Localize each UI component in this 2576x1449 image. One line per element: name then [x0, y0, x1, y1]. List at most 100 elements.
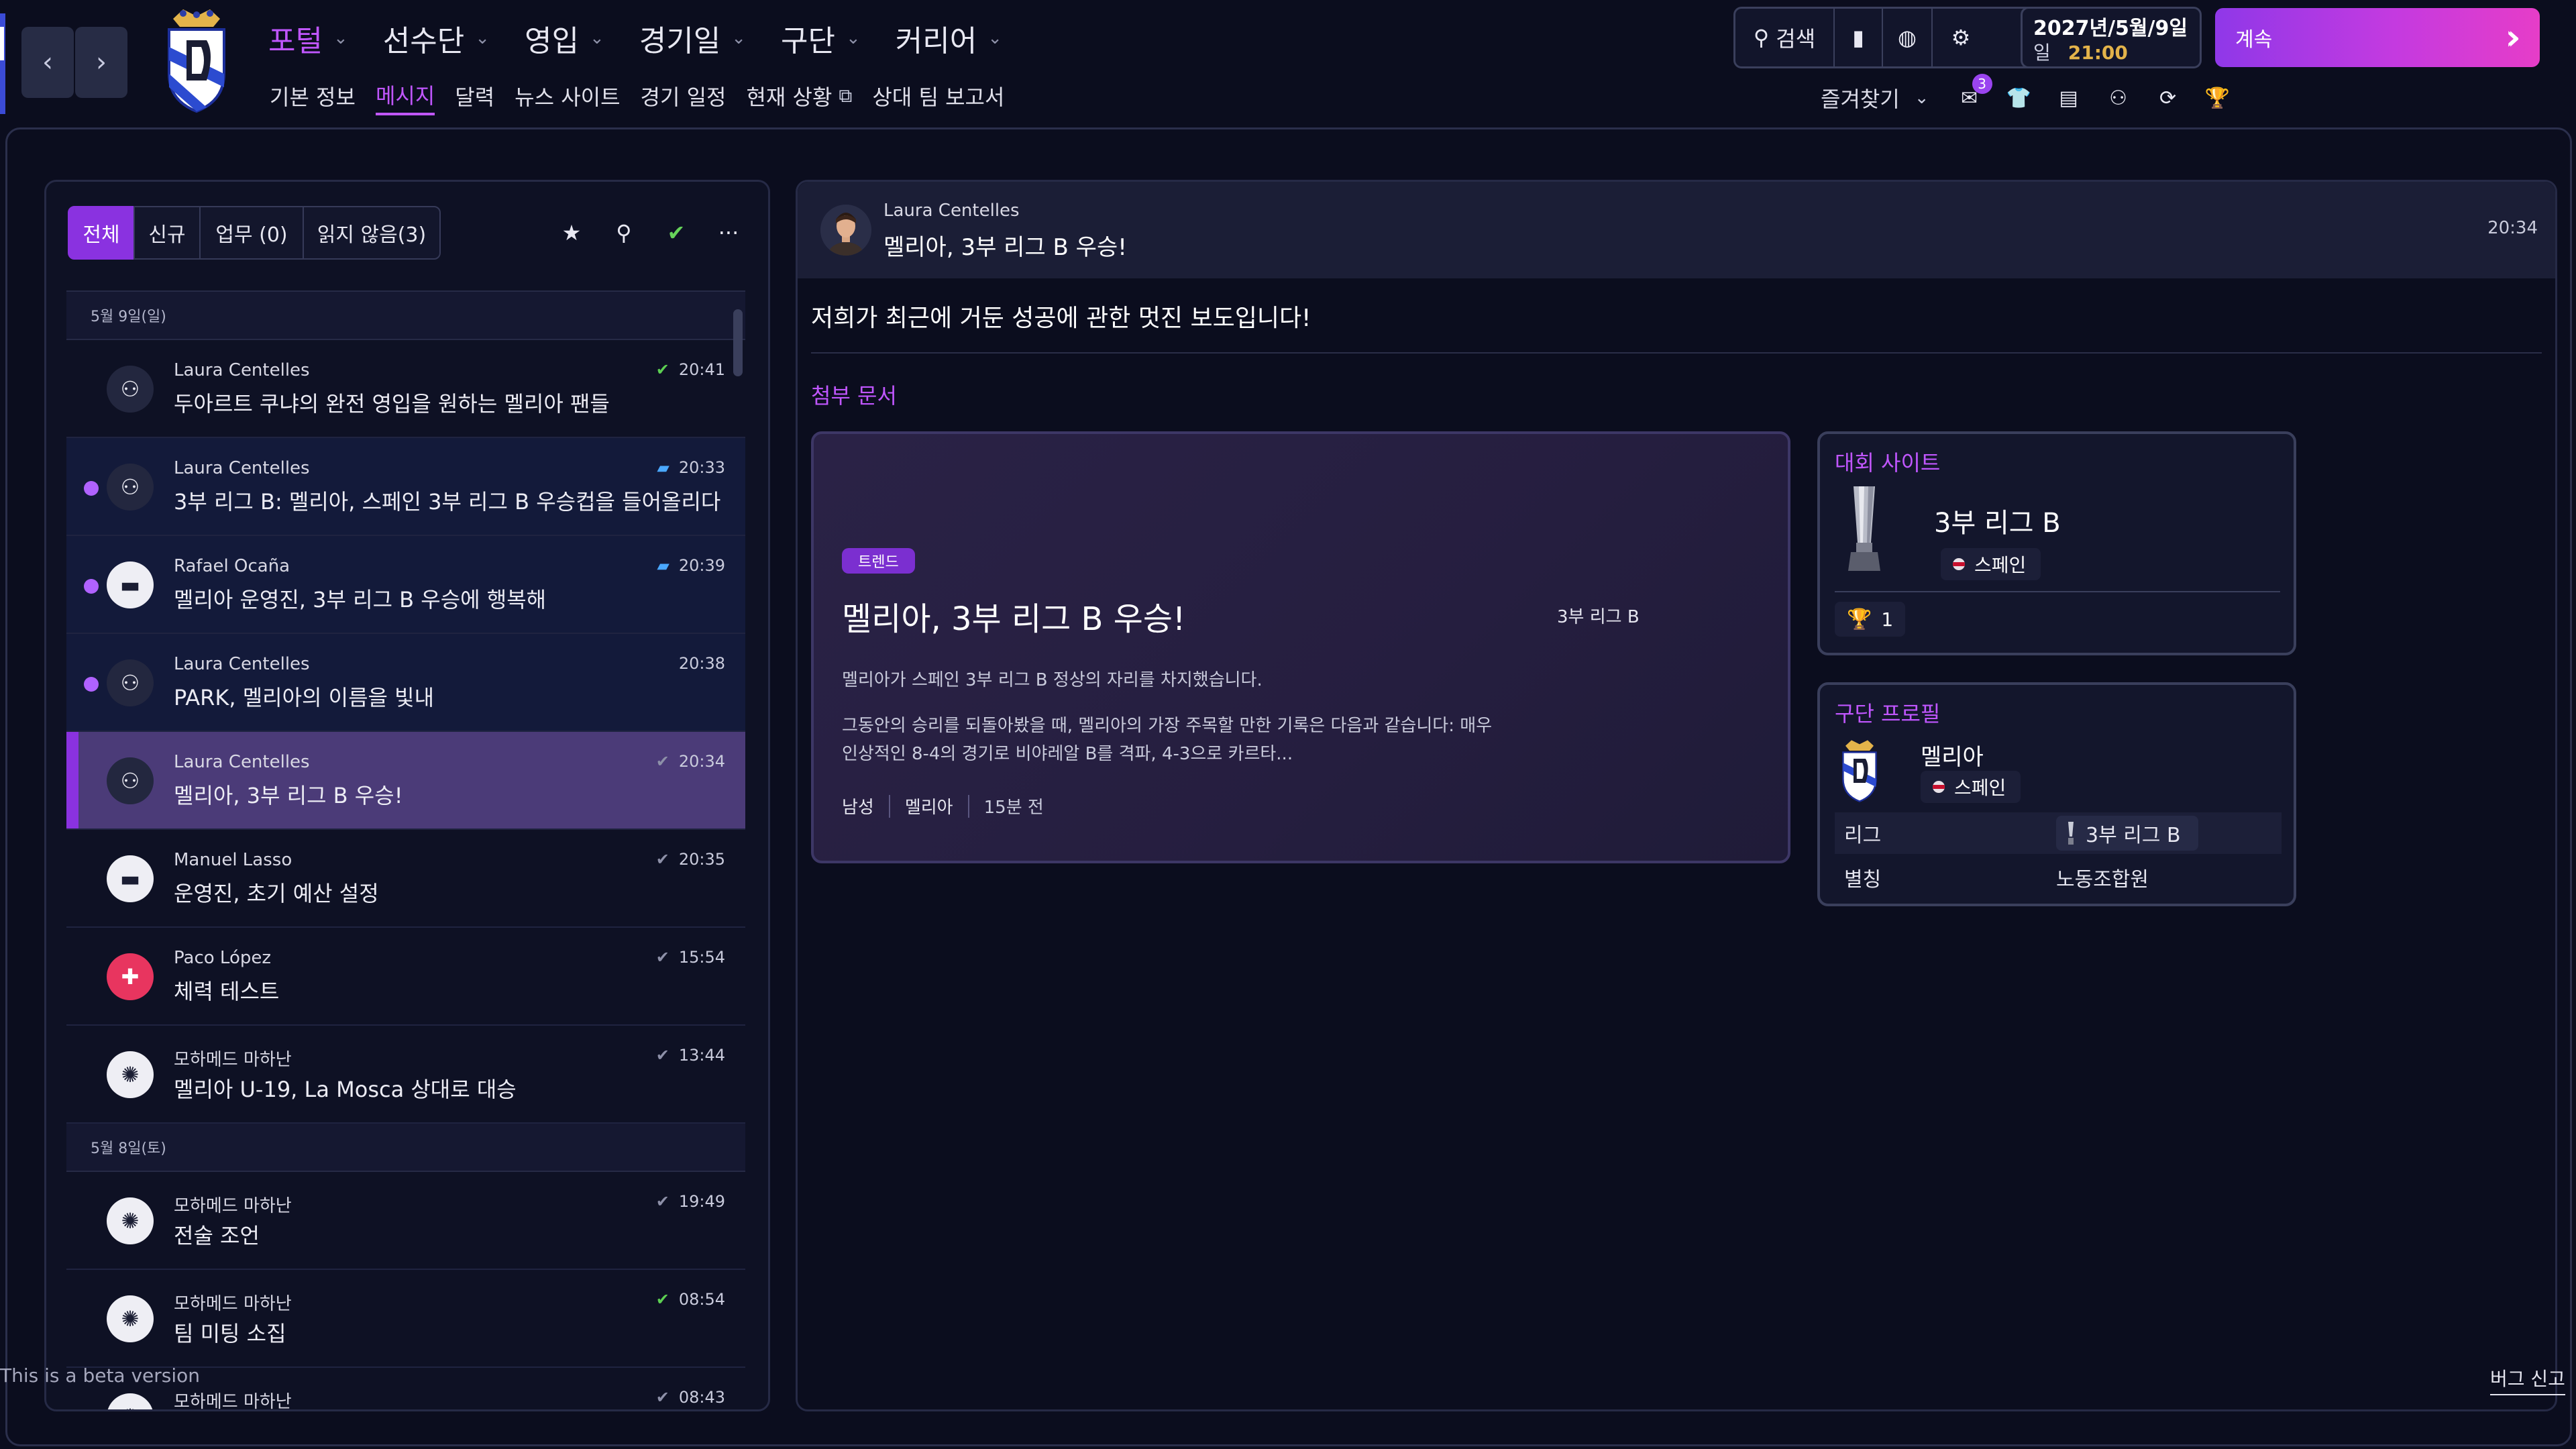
forward-button[interactable]: › [75, 27, 127, 98]
menu-label: 영입 [525, 24, 579, 58]
scrollbar-thumb[interactable] [733, 309, 743, 376]
nickname-row: 별칭 노동조합원 [1835, 857, 2282, 898]
message-row[interactable]: ⚇ Laura Centelles 3부 리그 B: 멜리아, 스페인 3부 리그 … [66, 438, 745, 536]
messages-shortcut[interactable]: ✉ 3 [1956, 74, 1992, 111]
message-time: 20:41 [678, 360, 725, 379]
message-meta: ✔ 08:54 [656, 1290, 725, 1309]
more-options-button[interactable]: ··· [713, 217, 744, 248]
submenu-opposition-report[interactable]: 상대 팀 보고서 [872, 80, 1004, 115]
chevron-down-icon: ⌄ [333, 28, 348, 48]
staff-shortcut[interactable]: ⚇ [2105, 85, 2132, 111]
filter-unread[interactable]: 읽지 않음(3) [303, 206, 441, 260]
menu-label: 경기일 [639, 24, 721, 58]
message-row[interactable]: ⚇ Laura Centelles 멜리아, 3부 리그 B 우승! ✔ 20:34 [66, 732, 745, 830]
double-chevron-right-icon: ›› [2505, 17, 2520, 58]
tactics-shortcut[interactable]: ▤ [2055, 85, 2082, 111]
message-row[interactable]: ✺ 모하메드 마하난 팀 미팅 소집 ✔ 08:54 [66, 1270, 745, 1368]
notification-badge: 3 [1972, 74, 1992, 94]
beta-notice: This is a beta version [0, 1364, 201, 1387]
filter-new[interactable]: 신규 [133, 206, 201, 260]
menu-career[interactable]: 커리어 ⌄ [896, 15, 1002, 62]
quick-access-bar: 즐겨찾기 ⌄ ✉ 3 👕 ▤ ⚇ ⟳ 🏆 [1821, 74, 2254, 117]
submenu-fixtures[interactable]: 경기 일정 [641, 80, 727, 115]
selected-indicator [66, 732, 78, 828]
news-article-card[interactable]: 트렌드 멜리아, 3부 리그 B 우승! 3부 리그 B 멜리아가 스페인 3부… [811, 431, 1790, 863]
search-icon: ⚲ [1753, 25, 1770, 50]
trophy-icon: 🏆 [1847, 607, 1872, 631]
search-messages-button[interactable]: ⚲ [608, 217, 639, 248]
journalist-icon: ⚇ [107, 659, 154, 706]
refresh-shortcut[interactable]: ⟳ [2155, 85, 2182, 111]
search-button[interactable]: ⚲ 검색 [1735, 9, 1835, 66]
date-text: 2027년/5월/9일 [2033, 17, 2188, 40]
submenu-messages[interactable]: 메시지 [375, 80, 435, 115]
nation-chip[interactable]: 스페인 [1941, 548, 2041, 580]
back-button[interactable]: ‹ [21, 27, 74, 98]
read-check-icon: ✔ [655, 360, 669, 379]
message-meta: 20:38 [679, 654, 725, 673]
submenu-news[interactable]: 뉴스 사이트 [515, 80, 620, 115]
message-subject: 멜리아, 3부 리그 B 우승! [174, 783, 403, 808]
mark-all-read-button[interactable]: ✔ [661, 217, 692, 248]
club-crest-logo[interactable] [160, 7, 233, 117]
submenu-overview[interactable]: 기본 정보 [270, 80, 356, 115]
message-meta: ✔ 20:41 [656, 360, 725, 379]
nation-chip[interactable]: 스페인 [1921, 771, 2021, 803]
message-time: 15:54 [678, 948, 725, 967]
message-meta: ▰ 20:33 [657, 458, 725, 477]
message-sender: Laura Centelles [174, 458, 310, 478]
menu-matchday[interactable]: 경기일 ⌄ [639, 15, 746, 62]
submenu-calendar[interactable]: 달력 [455, 80, 494, 115]
news-title: 멜리아, 3부 리그 B 우승! [842, 600, 1186, 638]
notebook-button[interactable]: ▮ [1835, 9, 1883, 66]
bug-report-link[interactable]: 버그 신고 [2490, 1364, 2565, 1395]
trophy-shortcut[interactable]: 🏆 [2204, 85, 2231, 111]
filter-all[interactable]: 전체 [68, 206, 135, 260]
person-portrait-icon [820, 205, 871, 256]
message-row[interactable]: ⚇ Laura Centelles 두아르트 쿠냐의 완전 영입을 원하는 멜리아 … [66, 340, 745, 438]
tag-separator [888, 794, 890, 818]
search-icon: ⚲ [616, 220, 632, 246]
filter-tasks[interactable]: 업무 (0) [199, 206, 304, 260]
menu-portal[interactable]: 포털 ⌄ [268, 15, 348, 62]
message-time: 08:43 [678, 1388, 725, 1407]
menu-squad[interactable]: 선수단 ⌄ [383, 15, 490, 62]
unread-dot [84, 481, 99, 496]
club-profile-card[interactable]: 구단 프로필 멜리아 스페인 리그 3부 리그 B 별칭 노동조합원 [1817, 682, 2296, 906]
message-row[interactable]: ✺ 모하메드 마하난 전술 조언 ✔ 19:49 [66, 1172, 745, 1270]
kit-shortcut[interactable]: 👕 [2006, 85, 2033, 111]
message-row[interactable]: ✺ 모하메드 마하난 멜리아 U-19, La Mosca 상대로 대승 ✔ 13:44 [66, 1026, 745, 1124]
menu-transfers[interactable]: 영입 ⌄ [525, 15, 604, 62]
menu-club[interactable]: 구단 ⌄ [781, 15, 861, 62]
game-date-box[interactable]: 2027년/5월/9일 일 21:00 [2021, 7, 2202, 68]
message-row[interactable]: ✚ Paco López 체력 테스트 ✔ 15:54 [66, 928, 745, 1026]
news-tag-club: 멜리아 [904, 798, 953, 818]
message-subject: 체력 테스트 [174, 979, 280, 1004]
message-row[interactable]: ▬ Rafael Ocaña 멜리아 운영진, 3부 리그 B 우승에 행복해 ▰ 20… [66, 536, 745, 634]
star-button[interactable]: ★ [556, 217, 587, 248]
league-chip[interactable]: 3부 리그 B [2056, 816, 2198, 851]
favorites-dropdown[interactable]: 즐겨찾기 ⌄ [1821, 83, 1929, 113]
continue-button[interactable]: 계속 ›› [2215, 8, 2540, 67]
message-subject: 3부 리그 B: 멜리아, 스페인 3부 리그 B 우승컵을 들어올리다 [174, 489, 721, 515]
staff-group-icon: ✺ [107, 1051, 154, 1098]
sender-avatar [820, 205, 871, 256]
checkmark-icon: ✔ [667, 220, 686, 246]
message-time: 20:35 [678, 850, 725, 869]
message-row[interactable]: ⚇ Laura Centelles PARK, 멜리아의 이름을 빛내 20:38 [66, 634, 745, 732]
titles-won: 🏆 1 [1835, 602, 1906, 637]
message-meta: ✔ 20:34 [656, 752, 725, 771]
staff-group-icon: ✺ [107, 1197, 154, 1244]
settings-button[interactable]: ⚙ [1933, 9, 1989, 66]
globe-button[interactable]: ◍ [1883, 9, 1933, 66]
club-crest-icon [1842, 740, 1877, 802]
briefcase-icon: ▬ [107, 855, 154, 902]
message-list-scrollbar[interactable] [733, 300, 743, 1400]
message-row[interactable]: ▬ Manuel Lasso 운영진, 초기 예산 설정 ✔ 20:35 [66, 830, 745, 928]
nation-label: 스페인 [1954, 777, 2006, 799]
message-sender: Laura Centelles [174, 360, 310, 380]
league-value: 3부 리그 B [2086, 824, 2181, 847]
submenu-status[interactable]: 현재 상황 ⧉ [746, 80, 852, 115]
competition-card[interactable]: 대회 사이트 3부 리그 B 스페인 🏆 1 [1817, 431, 2296, 655]
message-time: 20:38 [678, 654, 725, 673]
